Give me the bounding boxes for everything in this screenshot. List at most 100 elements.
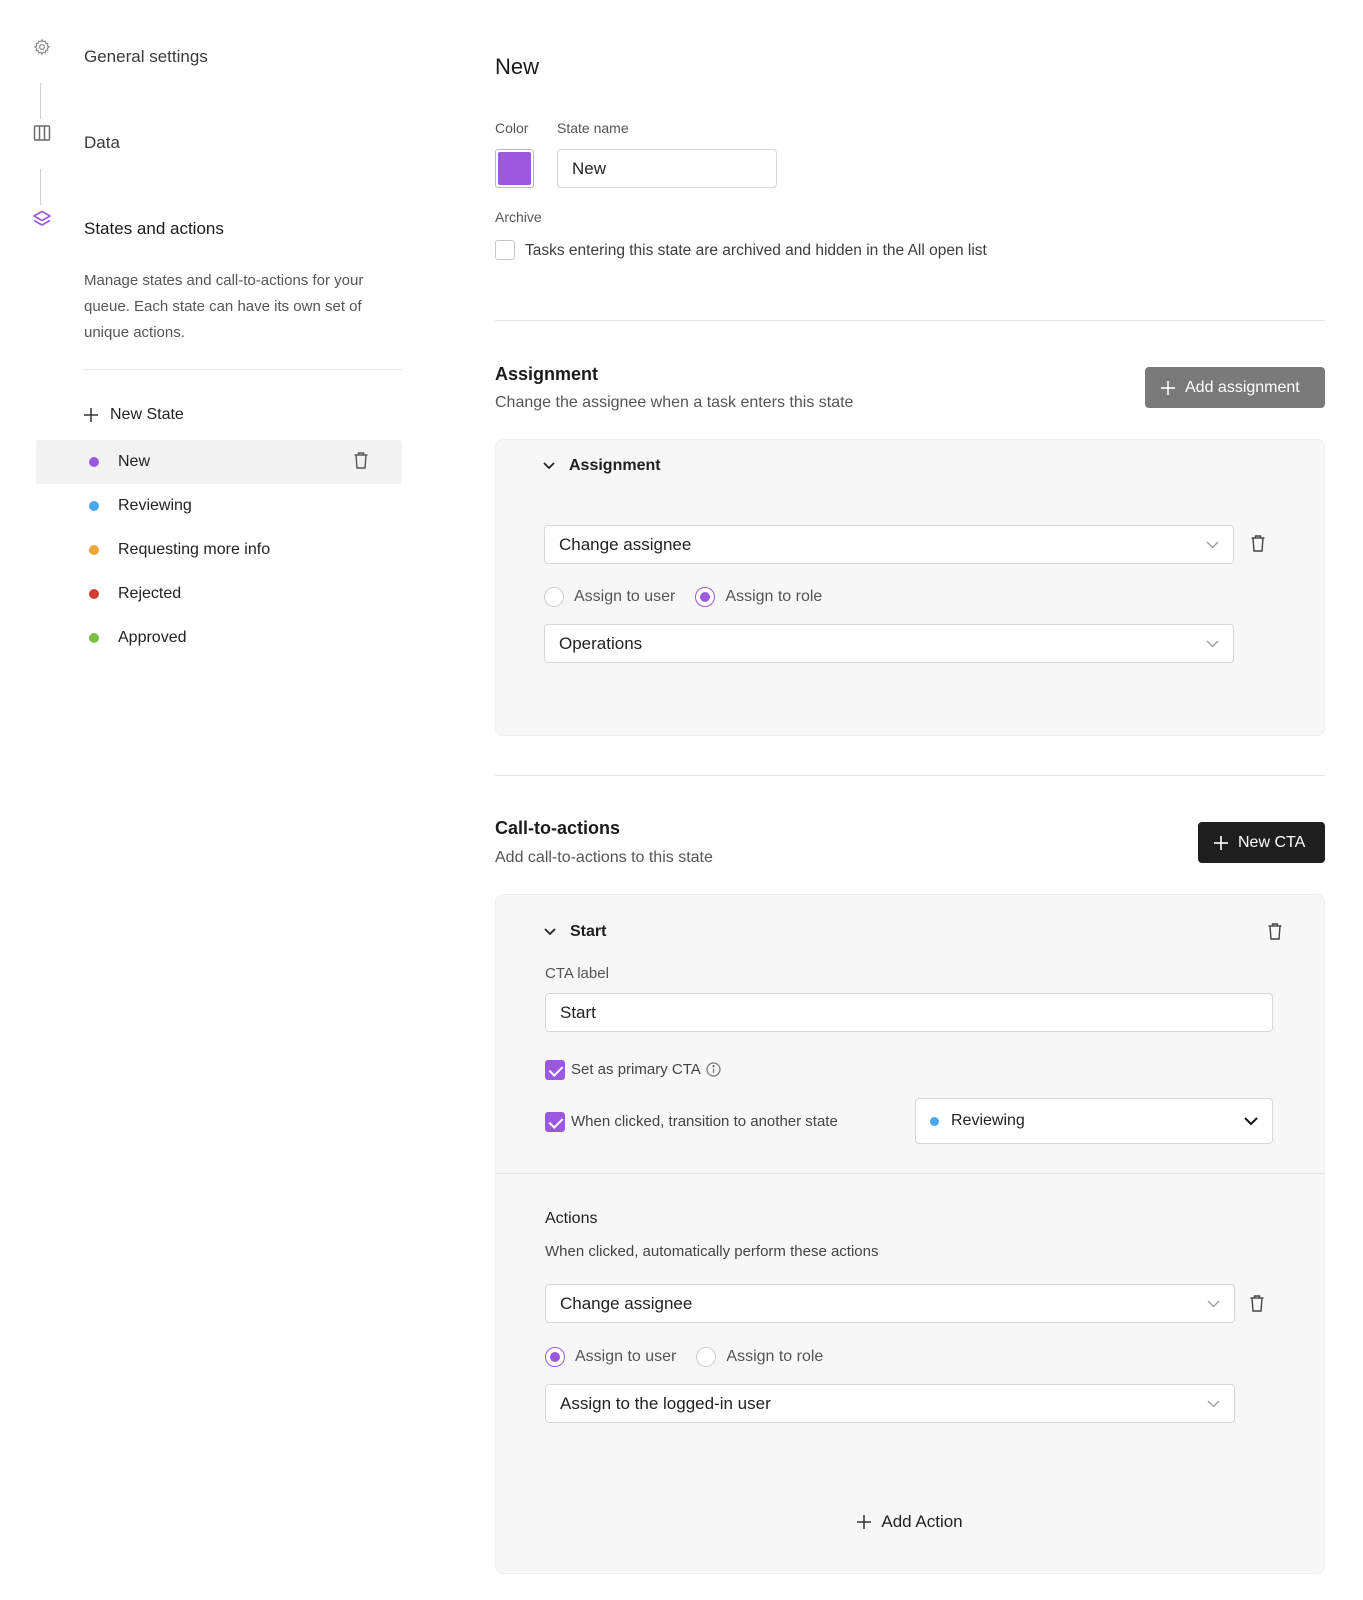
state-name: New [118,453,151,470]
cta-panel-title: Start [570,923,607,940]
divider [496,1173,1324,1174]
add-assignment-button[interactable]: Add assignment [1145,367,1325,408]
archive-checkbox-text: Tasks entering this state are archived a… [525,242,987,259]
archive-checkbox[interactable] [495,240,515,260]
status-dot [89,501,99,511]
select-value: Reviewing [951,1112,1025,1129]
info-icon[interactable] [706,1062,721,1077]
columns-icon [32,123,52,143]
radio-label: Assign to user [575,1348,677,1365]
gear-icon [32,37,52,57]
add-action-label: Add Action [881,1512,963,1531]
step-connector [40,83,41,119]
transition-state-value: Reviewing [930,1112,1025,1130]
radio-button [695,587,716,607]
radio-button [544,587,564,607]
chevron-down-icon [1206,541,1219,548]
step-connector [40,169,41,205]
divider [495,320,1325,321]
actions-title: Actions [545,1210,598,1227]
status-dot [930,1116,939,1126]
chevron-down-icon [1207,1400,1220,1407]
user-select[interactable]: Assign to the logged-in user [545,1384,1235,1423]
cta-label-label: CTA label [545,965,609,982]
radio-label: Assign to user [574,588,676,605]
nav-step-label: Data [84,133,120,152]
radio-label: Assign to role [726,1348,824,1365]
assignment-action-select[interactable]: Change assignee [544,525,1234,564]
state-item-rejected[interactable]: Rejected [36,572,402,616]
assignment-radio-group: Assign to user Assign to role [544,587,822,607]
plus-icon [1214,835,1228,850]
new-state-label: New State [110,406,184,423]
state-name-input[interactable]: New [557,149,777,188]
new-cta-button[interactable]: New CTA [1198,822,1325,863]
trash-icon[interactable] [1251,535,1265,557]
transition-checkbox[interactable] [545,1112,565,1132]
radio-button [696,1347,717,1367]
chevron-down-icon [1207,1300,1220,1307]
trash-icon[interactable] [1268,923,1282,945]
primary-cta-text: Set as primary CTA [571,1061,701,1078]
chevron-down-icon [543,462,555,470]
assignment-panel: Assignment Change assignee Assign to use… [495,439,1325,736]
state-name: Requesting more info [118,541,271,558]
cta-subtitle: Add call-to-actions to this state [495,849,713,866]
color-swatch-fill [498,152,531,185]
cta-collapse-toggle[interactable]: Start [544,923,606,941]
new-state-button[interactable]: New State [84,406,184,424]
add-action-row: Add Action [496,1512,1324,1532]
cta-action-select[interactable]: Change assignee [545,1284,1235,1323]
add-assignment-label: Add assignment [1185,378,1300,396]
assign-to-user-radio[interactable]: Assign to user [544,587,675,607]
state-item-approved[interactable]: Approved [36,616,402,660]
chevron-down-icon [1244,1116,1258,1125]
select-value: Change assignee [559,534,692,554]
primary-cta-checkbox[interactable] [545,1060,565,1080]
assign-to-role-radio[interactable]: Assign to role [696,1347,823,1367]
trash-icon[interactable] [1250,1295,1264,1317]
assignment-subtitle: Change the assignee when a task enters t… [495,394,854,411]
nav-step-label: States and actions [84,219,224,238]
new-cta-label: New CTA [1238,833,1306,851]
divider [495,775,1325,776]
page-title: New [495,54,540,79]
radio-label: Assign to role [725,588,823,605]
state-name-label: State name [557,120,629,136]
assign-to-user-radio[interactable]: Assign to user [545,1347,676,1367]
state-name: Reviewing [118,497,192,514]
status-dot [89,589,99,599]
divider [84,369,402,370]
select-value: Change assignee [560,1293,693,1313]
color-swatch[interactable] [495,149,534,188]
assign-to-role-radio[interactable]: Assign to role [695,587,822,607]
cta-label-input[interactable]: Start [545,993,1273,1032]
assignment-collapse-toggle[interactable]: Assignment [543,457,661,475]
primary-cta-row: Set as primary CTA [571,1061,721,1078]
add-action-button[interactable]: Add Action [857,1512,963,1532]
select-value: Assign to the logged-in user [560,1393,771,1413]
state-name: Rejected [118,585,182,602]
transition-state-select[interactable]: Reviewing [915,1098,1273,1144]
sidebar-description: Manage states and call-to-actions for yo… [84,272,364,341]
chevron-down-icon [1206,640,1219,647]
role-select[interactable]: Operations [544,624,1234,663]
radio-button [545,1347,565,1367]
state-item-reviewing[interactable]: Reviewing [36,484,402,528]
state-item-requesting-more-info[interactable]: Requesting more info [36,528,402,572]
trash-icon[interactable] [354,452,368,474]
status-dot [89,633,99,643]
select-value: Operations [559,633,643,653]
cta-radio-group: Assign to user Assign to role [545,1347,823,1367]
sidebar: General settings Data States and actions… [0,0,420,1600]
assignment-title: Assignment [495,364,599,384]
state-name: Approved [118,629,187,646]
state-item-new[interactable]: New [36,440,402,484]
plus-icon [857,1515,872,1529]
layers-icon [32,209,52,229]
archive-label: Archive [495,209,542,225]
status-dot [89,457,99,467]
cta-title: Call-to-actions [495,818,621,838]
assignment-panel-title: Assignment [569,457,661,474]
status-dot [89,545,99,555]
